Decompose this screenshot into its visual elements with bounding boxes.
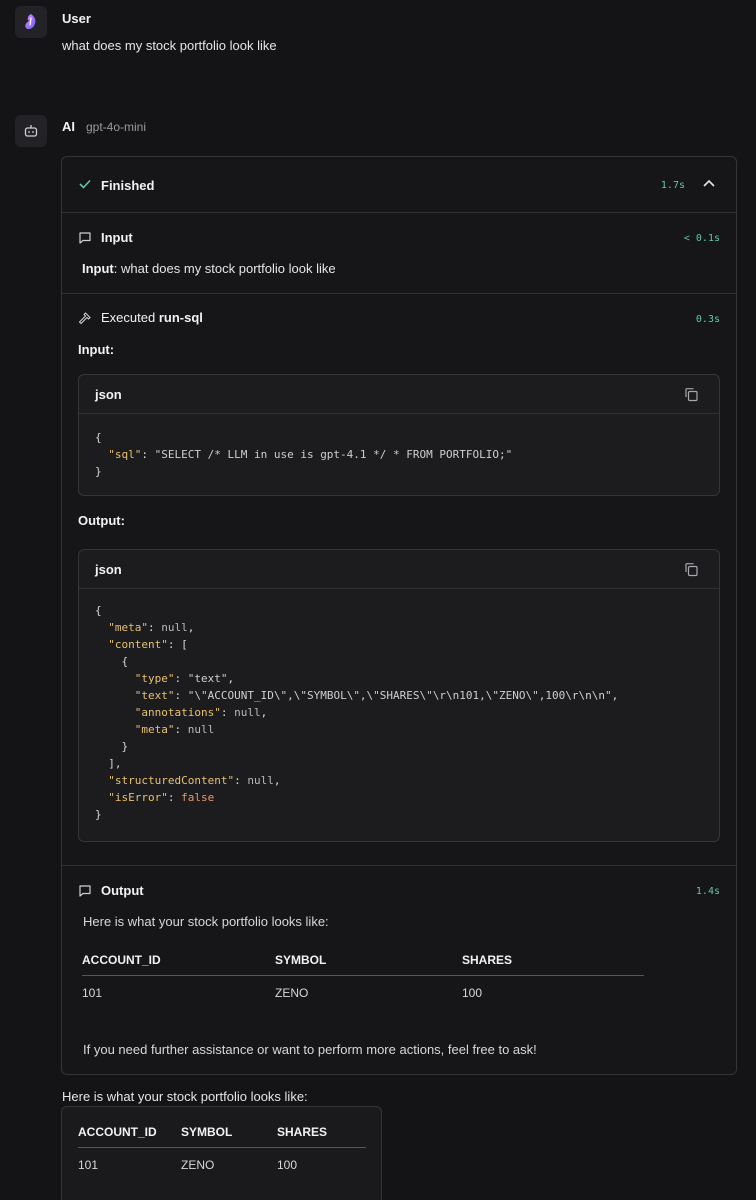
json-key: "text" [134,689,175,702]
table-cell: ZENO [181,1157,215,1172]
ai-avatar [15,115,47,147]
ai-author-name: AI [62,119,75,134]
run-total-time: 1.7s [660,180,685,191]
tool-step-time: 0.3s [695,314,720,325]
tool-step-prefix: Executed [101,310,156,325]
input-step-content: Input: what does my stock portfolio look… [82,261,336,276]
tool-step-title: Executed run-sql [101,310,203,325]
divider [62,293,736,294]
json-key: "structuredContent" [108,774,235,787]
tool-input-code: { "sql": "SELECT /* LLM in use is gpt-4.… [95,431,513,478]
json-null: null [187,723,215,736]
tool-step-name: run-sql [158,310,203,325]
tool-input-code-block: json { "sql": "SELECT /* LLM in use is g… [78,374,720,496]
input-step-time: < 0.1s [683,233,720,244]
code-language-label: json [95,387,122,402]
table-header-cell: SYMBOL [181,1125,277,1148]
code-block-header: json [79,550,719,589]
run-trace-card: Finished 1.7s Input < 0.1s Input: what d… [61,156,737,1075]
table-header-row: ACCOUNT_ID SYMBOL SHARES [82,953,644,976]
hammer-icon [78,312,91,325]
final-answer-intro: Here is what your stock portfolio looks … [62,1089,308,1104]
table-row: 101 ZENO 100 [82,975,644,1013]
tool-input-label: Input: [78,342,115,357]
json-boolean: false [181,791,215,804]
json-key: "content" [108,638,168,651]
json-null: null [234,706,261,719]
user-avatar [15,6,47,38]
message-icon [79,232,91,244]
copy-icon[interactable] [684,387,699,402]
run-header[interactable]: Finished 1.7s [62,157,736,212]
tool-output-code: { "meta": null, "content": [ { "type": "… [95,604,619,821]
json-key: "sql" [108,448,142,461]
table-header-cell: SHARES [277,1125,366,1148]
json-string: "\"ACCOUNT_ID\",\"SYMBOL\",\"SHARES\"\r\… [187,689,612,702]
tool-output-label: Output: [78,513,125,528]
json-key: "type" [134,672,175,685]
json-key: "meta" [134,723,175,736]
output-step-table: ACCOUNT_ID SYMBOL SHARES 101 ZENO 100 [82,953,644,1013]
table-header-cell: SYMBOL [275,953,462,976]
copy-icon[interactable] [684,562,699,577]
divider [62,865,736,866]
table-cell: 101 [78,1157,99,1172]
table-row: 101 ZENO 100 [78,1147,366,1181]
code-block-header: json [79,375,719,414]
output-step-title: Output [101,883,144,898]
run-status: Finished [101,178,155,193]
table-header-cell: ACCOUNT_ID [78,1125,181,1148]
robot-icon [24,125,38,137]
ai-model-name: gpt-4o-mini [86,120,147,134]
output-step-intro: Here is what your stock portfolio looks … [83,914,329,929]
json-key: "isError" [108,791,168,804]
table-header-cell: SHARES [462,953,644,976]
message-icon [79,885,91,897]
user-message-text: what does my stock portfolio look like [62,38,277,53]
table-header-row: ACCOUNT_ID SYMBOL SHARES [78,1125,366,1148]
json-string: "SELECT /* LLM in use is gpt-4.1 */ * FR… [154,448,513,461]
divider [62,212,736,213]
code-language-label: json [95,562,122,577]
final-answer-table-container: ACCOUNT_ID SYMBOL SHARES 101 ZENO 100 [61,1106,382,1200]
json-key: "annotations" [134,706,221,719]
input-step-text: : what does my stock portfolio look like [113,261,336,276]
json-string: "text" [187,672,228,685]
json-null: null [161,621,188,634]
table-cell: 100 [462,985,483,1000]
output-step-outro: If you need further assistance or want t… [83,1042,537,1057]
input-step-label: Input [82,261,114,276]
code-brace: { [95,431,102,444]
code-brace: } [95,465,102,478]
json-key: "meta" [108,621,148,634]
table-header-cell: ACCOUNT_ID [82,953,275,976]
input-step-title: Input [101,230,133,245]
chevron-up-icon[interactable] [703,179,715,187]
output-step-time: 1.4s [695,886,720,897]
user-avatar-icon [25,14,36,30]
table-cell: 100 [277,1157,298,1172]
user-author-name: User [62,11,91,26]
check-icon [79,179,91,189]
tool-output-code-block: json { "meta": null, "content": [ { "typ… [78,549,720,842]
table-cell: ZENO [275,985,309,1000]
json-null: null [247,774,274,787]
table-cell: 101 [82,985,103,1000]
final-answer-table: ACCOUNT_ID SYMBOL SHARES 101 ZENO 100 [78,1125,366,1181]
